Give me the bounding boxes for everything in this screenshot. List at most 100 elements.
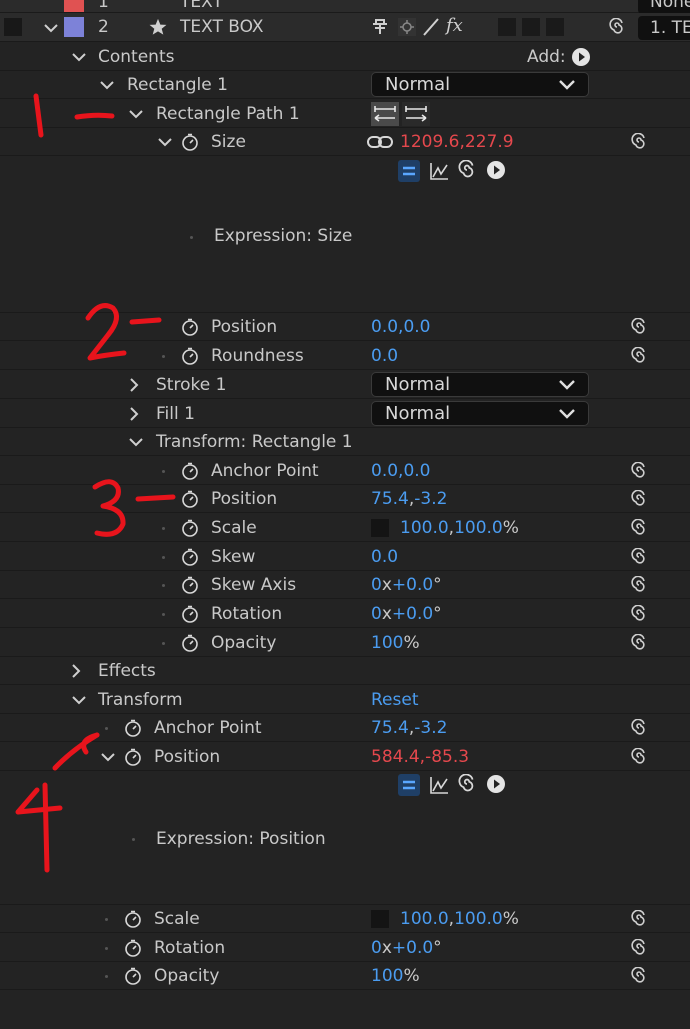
- constrain-proportions-link-icon[interactable]: [367, 135, 393, 149]
- scale-value[interactable]: 100.0,100.0%: [400, 518, 519, 538]
- size-row[interactable]: Size 1209.6,227.9: [0, 128, 690, 156]
- opacity-row[interactable]: Opacity 100%: [0, 629, 690, 657]
- skew-value[interactable]: 0.0: [371, 547, 398, 567]
- expression-pick-whip-icon[interactable]: [630, 133, 648, 151]
- expression-pick-whip-icon[interactable]: [630, 634, 648, 652]
- degrees[interactable]: +0.0: [392, 575, 433, 595]
- chevron-down-icon[interactable]: [43, 20, 59, 36]
- transform-rectangle-row[interactable]: Transform: Rectangle 1: [0, 428, 690, 456]
- scale-y[interactable]: 100.0: [454, 909, 503, 929]
- layer-row-text[interactable]: 1 TEXT None: [0, 0, 690, 14]
- roundness-value[interactable]: 0.0: [371, 346, 398, 366]
- skew-axis-row[interactable]: Skew Axis 0x+0.0°: [0, 571, 690, 599]
- expression-pick-whip-icon[interactable]: [630, 576, 648, 594]
- expression-size-text[interactable]: Expression: Size: [214, 226, 352, 246]
- expression-pick-whip-icon[interactable]: [630, 462, 648, 480]
- expression-pick-whip-icon[interactable]: [630, 318, 648, 336]
- expression-pick-whip-icon[interactable]: [630, 748, 648, 766]
- position-x[interactable]: 584.4: [371, 747, 420, 767]
- stopwatch-icon[interactable]: [181, 347, 199, 365]
- stopwatch-icon[interactable]: [181, 605, 199, 623]
- parent-pick-whip-icon[interactable]: [608, 18, 626, 36]
- anchor-point-value[interactable]: 0.0,0.0: [371, 461, 430, 481]
- size-value[interactable]: 1209.6,227.9: [400, 132, 514, 152]
- constrain-proportions-box[interactable]: [371, 910, 389, 928]
- layer-anchor-point-row[interactable]: Anchor Point 75.4,-3.2: [0, 714, 690, 742]
- degrees[interactable]: +0.0: [392, 604, 433, 624]
- stopwatch-icon[interactable]: [124, 910, 142, 928]
- stopwatch-icon[interactable]: [124, 967, 142, 985]
- layer-label-color[interactable]: [64, 0, 84, 12]
- anchor-point-row[interactable]: Anchor Point 0.0,0.0: [0, 457, 690, 485]
- graph-editor-icon[interactable]: [428, 774, 450, 796]
- stopwatch-icon[interactable]: [124, 719, 142, 737]
- expression-pick-whip-icon[interactable]: [457, 774, 477, 794]
- opacity-number[interactable]: 100: [371, 633, 403, 653]
- collapse-icon[interactable]: [398, 18, 416, 36]
- stopwatch-icon[interactable]: [181, 133, 199, 151]
- expression-pick-whip-icon[interactable]: [630, 719, 648, 737]
- chevron-right-icon[interactable]: [126, 406, 142, 422]
- anchor-y[interactable]: -3.2: [414, 718, 447, 738]
- expression-position-text[interactable]: Expression: Position: [156, 829, 326, 849]
- opacity-number[interactable]: 100: [371, 966, 403, 986]
- reset-link[interactable]: Reset: [371, 690, 419, 710]
- expression-pick-whip-icon[interactable]: [630, 967, 648, 985]
- stopwatch-icon[interactable]: [181, 548, 199, 566]
- position-value[interactable]: 75.4,-3.2: [371, 489, 447, 509]
- revolutions[interactable]: 0: [371, 575, 382, 595]
- fill-row[interactable]: Fill 1 Normal: [0, 400, 690, 428]
- position-x[interactable]: 75.4: [371, 489, 409, 509]
- rotation-value[interactable]: 0x+0.0°: [371, 938, 442, 958]
- chevron-down-icon[interactable]: [99, 77, 115, 93]
- switch-box[interactable]: [546, 18, 564, 36]
- scale-x[interactable]: 100.0: [400, 518, 449, 538]
- opacity-value[interactable]: 100%: [371, 966, 420, 986]
- layer-position-row[interactable]: Position 584.4,-85.3: [0, 743, 690, 771]
- position-value[interactable]: 0.0,0.0: [371, 317, 430, 337]
- degrees[interactable]: +0.0: [392, 938, 433, 958]
- layer-name[interactable]: TEXT BOX: [180, 17, 264, 37]
- parent-dropdown[interactable]: None: [638, 0, 690, 14]
- layer-name[interactable]: TEXT: [180, 0, 223, 12]
- stopwatch-icon[interactable]: [181, 490, 199, 508]
- layer-opacity-row[interactable]: Opacity 100%: [0, 962, 690, 990]
- stopwatch-icon[interactable]: [181, 318, 199, 336]
- layer-label-color[interactable]: [64, 17, 84, 37]
- revolutions[interactable]: 0: [371, 938, 382, 958]
- rectangle-path-position-row[interactable]: Position 0.0,0.0: [0, 313, 690, 341]
- expression-pick-whip-icon[interactable]: [630, 548, 648, 566]
- transform-position-row[interactable]: Position 75.4,-3.2: [0, 485, 690, 513]
- stopwatch-icon[interactable]: [181, 634, 199, 652]
- chevron-right-icon[interactable]: [68, 663, 84, 679]
- rotation-row[interactable]: Rotation 0x+0.0°: [0, 600, 690, 628]
- path-direction-reverse-icon[interactable]: [371, 102, 399, 126]
- switch-box[interactable]: [522, 18, 540, 36]
- stopwatch-icon[interactable]: [181, 462, 199, 480]
- skew-row[interactable]: Skew 0.0: [0, 543, 690, 571]
- chevron-down-icon[interactable]: [71, 49, 87, 65]
- skew-axis-value[interactable]: 0x+0.0°: [371, 575, 442, 595]
- expression-pick-whip-icon[interactable]: [630, 939, 648, 957]
- layer-scale-row[interactable]: Scale 100.0,100.0%: [0, 905, 690, 933]
- transform-row[interactable]: Transform Reset: [0, 686, 690, 714]
- roundness-row[interactable]: Roundness 0.0: [0, 342, 690, 370]
- anchor-point-value[interactable]: 75.4,-3.2: [371, 718, 447, 738]
- layer-row-text-box[interactable]: 2 TEXT BOX fx 1. TE: [0, 13, 690, 42]
- chevron-right-icon[interactable]: [126, 377, 142, 393]
- chevron-down-icon[interactable]: [71, 692, 87, 708]
- expression-pick-whip-icon[interactable]: [630, 347, 648, 365]
- stroke-row[interactable]: Stroke 1 Normal: [0, 371, 690, 399]
- expression-pick-whip-icon[interactable]: [630, 910, 648, 928]
- rectangle-path-row[interactable]: Rectangle Path 1: [0, 100, 690, 128]
- expression-position-area[interactable]: Expression: Position: [0, 771, 690, 905]
- stopwatch-icon[interactable]: [181, 519, 199, 537]
- layer-rotation-row[interactable]: Rotation 0x+0.0°: [0, 934, 690, 962]
- effects-row[interactable]: Effects: [0, 657, 690, 685]
- revolutions[interactable]: 0: [371, 604, 382, 624]
- fill-blend-dropdown[interactable]: Normal: [371, 401, 589, 426]
- expression-language-menu-icon[interactable]: [486, 774, 506, 794]
- expression-enable-icon[interactable]: [398, 160, 420, 182]
- chevron-down-icon[interactable]: [128, 106, 144, 122]
- stopwatch-icon[interactable]: [124, 939, 142, 957]
